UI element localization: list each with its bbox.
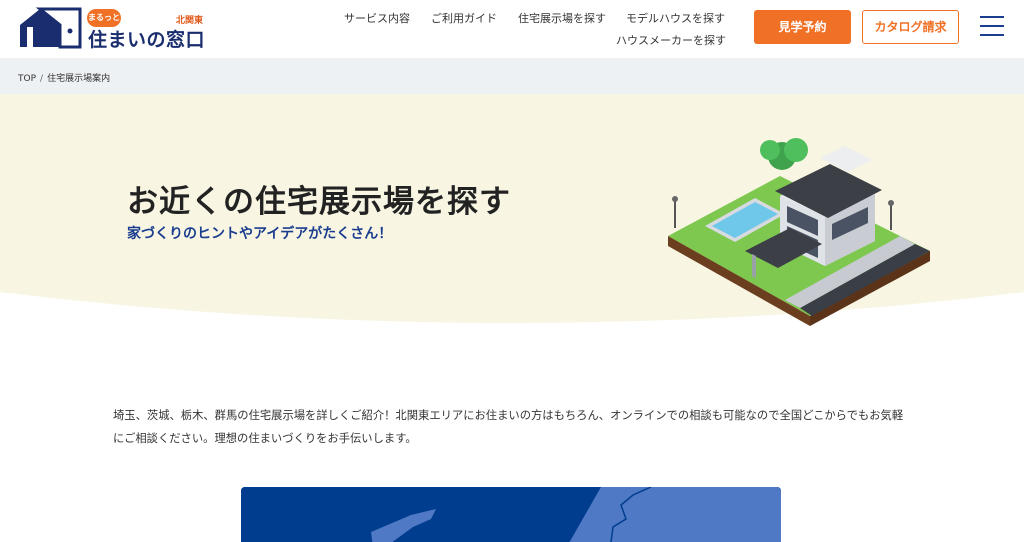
house-logo-icon xyxy=(20,7,82,49)
breadcrumb-separator: / xyxy=(40,74,44,84)
breadcrumb-current: 住宅展示場案内 xyxy=(47,74,111,84)
hamburger-menu-icon[interactable] xyxy=(980,16,1004,36)
intro-text: 埼玉、茨城、栃木、群馬の住宅展示場を詳しくご紹介！北関東エリアにお住まいの方はも… xyxy=(113,404,923,450)
catalog-request-button[interactable]: カタログ請求 xyxy=(862,10,959,44)
hero-section: お近くの住宅展示場を探す 家づくりのヒントやアイデアがたくさん！ xyxy=(0,94,1024,344)
page-title: お近くの住宅展示場を探す xyxy=(127,184,511,220)
intro-line-2: にご相談ください。理想の住まいづくりをお手伝いします。 xyxy=(113,432,417,445)
area-map-graphic xyxy=(241,487,781,542)
main-nav: サービス内容 ご利用ガイド 住宅展示場を探す モデルハウスを探す ハウスメーカー… xyxy=(330,0,730,58)
nav-item-service[interactable]: サービス内容 xyxy=(344,10,410,26)
site-header: まるっと 北関東 住まいの窓口 サービス内容 ご利用ガイド 住宅展示場を探す モ… xyxy=(0,0,1024,58)
nav-item-house-makers[interactable]: ハウスメーカーを探す xyxy=(616,32,726,48)
isometric-house-illustration xyxy=(668,138,930,326)
page-subtitle: 家づくりのヒントやアイデアがたくさん！ xyxy=(127,226,393,242)
nav-item-showrooms[interactable]: 住宅展示場を探す xyxy=(518,10,606,26)
nav-item-guide[interactable]: ご利用ガイド xyxy=(431,10,497,26)
visit-reservation-button[interactable]: 見学予約 xyxy=(754,10,851,44)
intro-line-1: 埼玉、茨城、栃木、群馬の住宅展示場を詳しくご紹介！北関東エリアにお住まいの方はも… xyxy=(113,409,904,422)
breadcrumb-top-link[interactable]: TOP xyxy=(18,74,36,84)
area-map[interactable] xyxy=(241,487,781,542)
site-logo[interactable]: まるっと 北関東 住まいの窓口 xyxy=(18,7,218,51)
breadcrumb: TOP / 住宅展示場案内 xyxy=(0,58,1024,94)
logo-name: 住まいの窓口 xyxy=(88,29,206,51)
nav-item-model-houses[interactable]: モデルハウスを探す xyxy=(626,10,725,26)
